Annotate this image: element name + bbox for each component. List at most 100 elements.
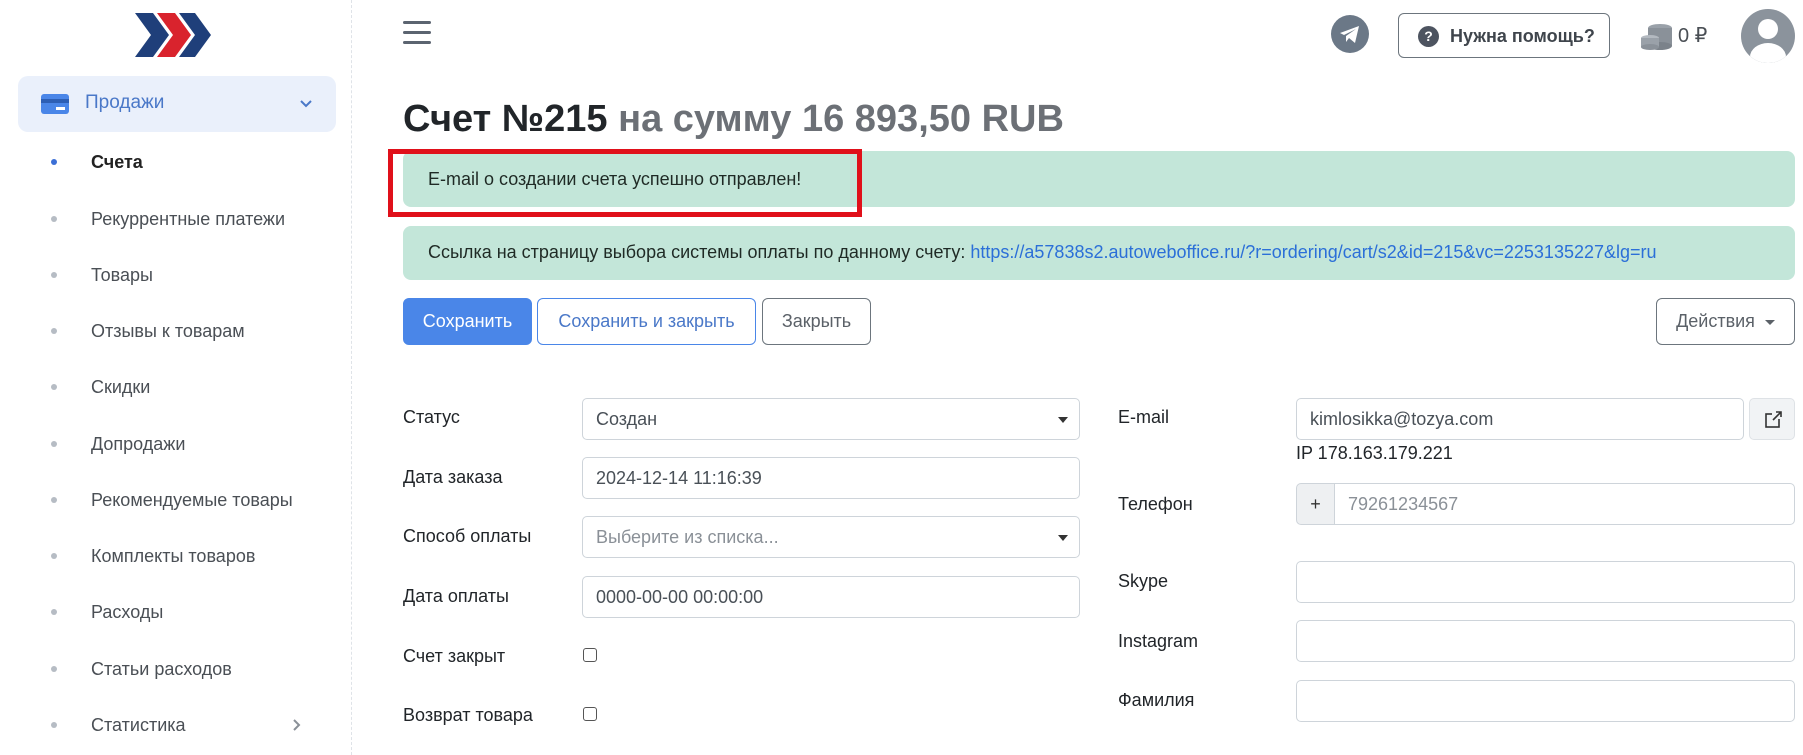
payment-date-field[interactable]: 0000-00-00 00:00:00 — [582, 576, 1080, 618]
sidebar-item-bundles[interactable]: Комплекты товаров — [0, 536, 352, 576]
save-and-close-button[interactable]: Сохранить и закрыть — [537, 298, 756, 345]
external-link-icon — [1765, 410, 1783, 428]
surname-field[interactable] — [1296, 680, 1795, 722]
sidebar-item-label: Статьи расходов — [91, 658, 232, 679]
sidebar-item-label: Скидки — [91, 376, 151, 397]
order-date-value: 2024-12-14 11:16:39 — [596, 468, 762, 488]
hamburger-line — [403, 31, 431, 34]
avatar[interactable] — [1741, 9, 1795, 63]
payment-link-text: Ссылка на страницу выбора системы оплаты… — [428, 242, 1657, 263]
save-button[interactable]: Сохранить — [403, 298, 532, 345]
payment-link[interactable]: https://a57838s2.autoweboffice.ru/?r=ord… — [970, 242, 1656, 262]
actions-dropdown[interactable]: Действия — [1656, 298, 1795, 345]
bullet-icon — [51, 553, 57, 559]
bullet-icon — [51, 272, 57, 278]
caret-down-icon — [1058, 535, 1068, 541]
status-label: Статус — [403, 407, 460, 427]
sidebar-item-label: Рекомендуемые товары — [91, 489, 293, 510]
page-title: Счет №215 на сумму 16 893,50 RUB — [403, 98, 1064, 141]
balance-value: 0 ₽ — [1678, 25, 1708, 47]
sidebar-item-statistics[interactable]: Статистика — [0, 705, 352, 745]
bullet-icon — [51, 497, 57, 503]
hamburger-line — [403, 41, 431, 44]
sidebar-item-label: Допродажи — [91, 433, 186, 454]
sidebar-item-invoices[interactable]: Счета — [0, 142, 352, 182]
sidebar-section-sales[interactable]: Продажи — [18, 76, 336, 132]
product-return-label: Возврат товара — [403, 705, 533, 725]
sidebar-item-products[interactable]: Товары — [0, 255, 352, 295]
question-icon: ? — [1418, 26, 1439, 47]
logo-icon — [135, 13, 211, 57]
sidebar-item-label: Статистика — [91, 714, 186, 735]
chevron-down-icon — [300, 100, 312, 108]
status-value: Создан — [596, 409, 658, 429]
phone-prefix: + — [1296, 483, 1335, 525]
sidebar-item-label: Счета — [91, 151, 143, 172]
instagram-field[interactable] — [1296, 620, 1795, 662]
caret-down-icon — [1764, 319, 1775, 325]
sidebar-item-recurring[interactable]: Рекуррентные платежи — [0, 199, 352, 239]
sidebar-item-reviews[interactable]: Отзывы к товарам — [0, 311, 352, 351]
sidebar-item-label: Комплекты товаров — [91, 545, 256, 566]
payment-method-label: Способ оплаты — [403, 526, 532, 546]
menu-toggle-button[interactable] — [403, 21, 431, 47]
status-select[interactable]: Создан — [582, 398, 1080, 440]
skype-label: Skype — [1118, 571, 1169, 591]
order-date-label: Дата заказа — [403, 467, 503, 487]
bullet-icon — [51, 328, 57, 334]
coins-icon — [1641, 24, 1672, 50]
phone-field[interactable]: 79261234567 — [1334, 483, 1795, 525]
invoice-sum: на сумму 16 893,50 RUB — [618, 98, 1064, 140]
chevron-right-icon — [293, 719, 301, 731]
sidebar-item-label: Рекуррентные платежи — [91, 208, 286, 229]
sidebar-item-label: Расходы — [91, 601, 164, 622]
telegram-icon — [1340, 26, 1359, 43]
payment-date-value: 0000-00-00 00:00:00 — [596, 587, 764, 607]
skype-field[interactable] — [1296, 561, 1795, 603]
bullet-icon — [51, 216, 57, 222]
highlight-box — [388, 149, 862, 217]
payment-link-label: Ссылка на страницу выбора системы оплаты… — [428, 242, 966, 262]
telegram-button[interactable] — [1331, 15, 1369, 53]
help-button-label: Нужна помощь? — [1450, 26, 1595, 46]
payment-method-placeholder: Выберите из списка... — [596, 527, 779, 547]
bullet-icon — [51, 159, 57, 165]
payment-method-select[interactable]: Выберите из списка... — [582, 516, 1080, 558]
surname-label: Фамилия — [1118, 690, 1195, 710]
email-value: kimlosikka@tozya.com — [1310, 409, 1494, 429]
caret-down-icon — [1058, 417, 1068, 423]
email-field[interactable]: kimlosikka@tozya.com — [1296, 398, 1744, 440]
invoice-number: Счет №215 — [403, 98, 608, 140]
help-button[interactable]: ? Нужна помощь? — [1398, 13, 1610, 58]
payment-link-alert: Ссылка на страницу выбора системы оплаты… — [403, 226, 1795, 280]
bullet-icon — [51, 441, 57, 447]
phone-placeholder: 79261234567 — [1348, 494, 1459, 514]
product-return-checkbox[interactable] — [583, 707, 597, 721]
invoice-closed-checkbox[interactable] — [583, 648, 597, 662]
bullet-icon — [51, 666, 57, 672]
order-date-field[interactable]: 2024-12-14 11:16:39 — [582, 457, 1080, 499]
invoice-closed-label: Счет закрыт — [403, 646, 506, 666]
sidebar-item-recommended[interactable]: Рекомендуемые товары — [0, 480, 352, 520]
open-email-button[interactable] — [1749, 398, 1795, 440]
credit-card-icon — [41, 94, 69, 114]
sidebar-item-expenses[interactable]: Расходы — [0, 592, 352, 632]
sidebar-item-label: Отзывы к товарам — [91, 320, 245, 341]
email-label: E-mail — [1118, 407, 1170, 427]
sidebar-section-label: Продажи — [85, 92, 165, 113]
payment-date-label: Дата оплаты — [403, 586, 509, 606]
close-button[interactable]: Закрыть — [762, 298, 871, 345]
sidebar-item-label: Товары — [91, 264, 153, 285]
sidebar-item-expense-items[interactable]: Статьи расходов — [0, 649, 352, 689]
ip-address: IP 178.163.179.221 — [1296, 443, 1453, 463]
instagram-label: Instagram — [1118, 631, 1199, 651]
bullet-icon — [51, 722, 57, 728]
sidebar-item-discounts[interactable]: Скидки — [0, 367, 352, 407]
user-icon — [1750, 19, 1786, 63]
actions-label: Действия — [1676, 311, 1755, 331]
sidebar-item-upsells[interactable]: Допродажи — [0, 424, 352, 464]
hamburger-icon — [403, 21, 431, 24]
sidebar: Продажи Счета Рекуррентные платежи Товар… — [0, 0, 352, 755]
bullet-icon — [51, 609, 57, 615]
phone-label: Телефон — [1118, 494, 1193, 514]
